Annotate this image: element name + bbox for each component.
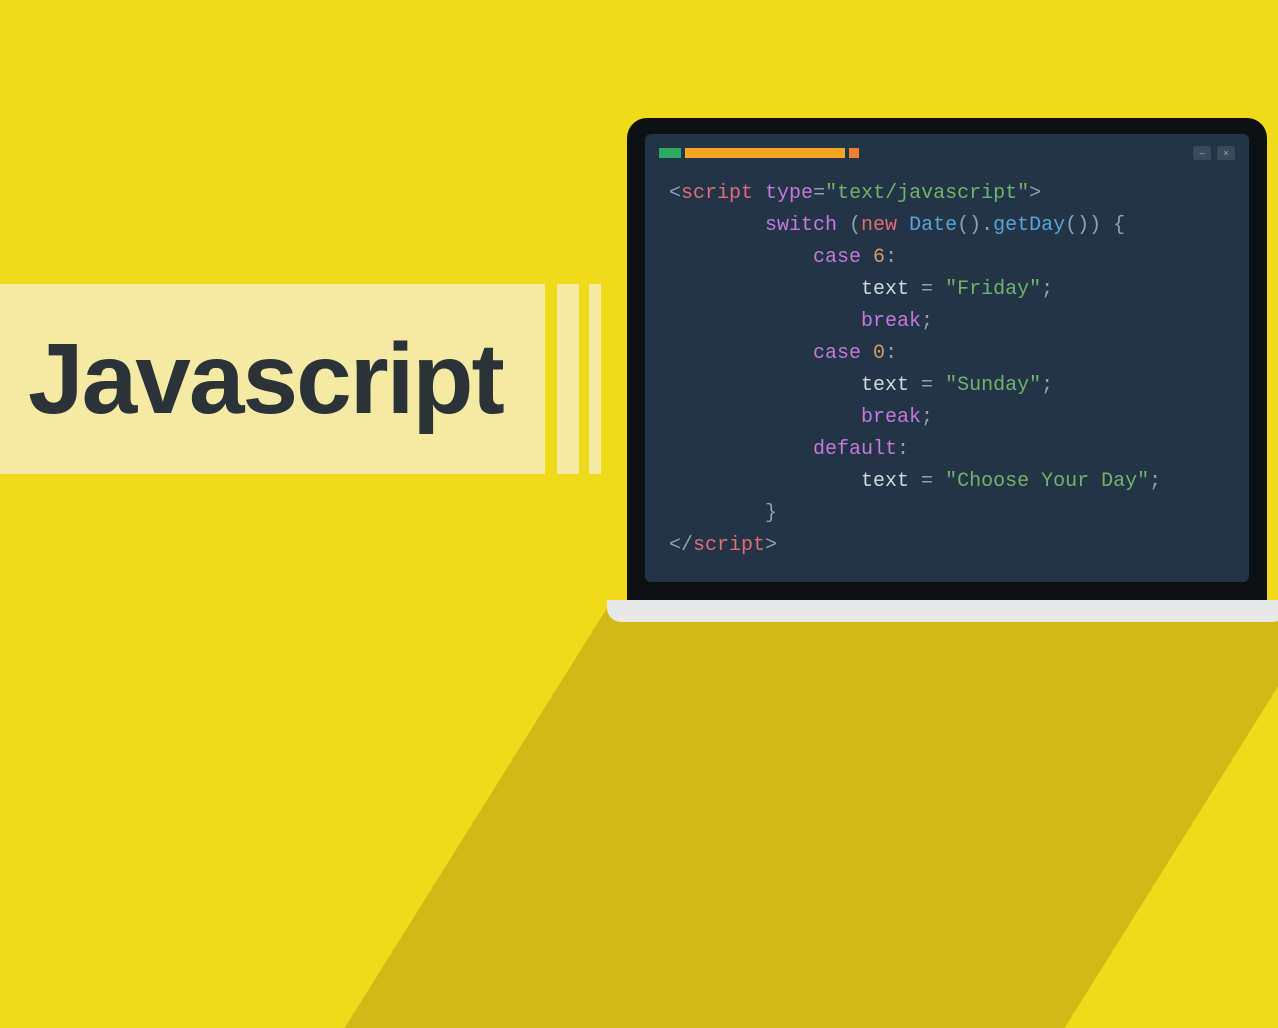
tk-attr-value: "text/javascript"	[825, 182, 1029, 205]
tk-date-call: ().	[957, 214, 993, 237]
tk-attr-type: type	[765, 182, 813, 205]
indent	[669, 406, 861, 429]
code-block: <script type="text/javascript"> switch (…	[659, 178, 1235, 562]
indent	[669, 246, 813, 269]
tk-case-num-1: 6	[861, 246, 885, 269]
window-minimize-button[interactable]: ‒	[1193, 146, 1211, 160]
window-close-button[interactable]: ×	[1217, 146, 1235, 160]
indent	[669, 310, 861, 333]
title-accent-bar-1	[557, 284, 579, 474]
semi-2: ;	[921, 310, 933, 333]
tk-case-1: case	[813, 246, 861, 269]
tk-text-3: text	[861, 470, 909, 493]
tk-sunday: "Sunday"	[945, 374, 1041, 397]
indent	[669, 214, 765, 237]
assign-2: =	[909, 374, 945, 397]
tk-angle-close-1: >	[1029, 182, 1041, 205]
semi-5: ;	[1149, 470, 1161, 493]
tk-date-class: Date	[897, 214, 957, 237]
indent	[669, 374, 861, 397]
assign-1: =	[909, 278, 945, 301]
tk-case-2: case	[813, 342, 861, 365]
tk-getday-tail: ()) {	[1065, 214, 1125, 237]
indent	[669, 342, 813, 365]
tk-eq: =	[813, 182, 825, 205]
title-main: Javascript	[0, 284, 545, 474]
tk-colon-1: :	[885, 246, 897, 269]
tk-colon-2: :	[885, 342, 897, 365]
laptop-shadow	[345, 608, 1278, 1028]
semi-1: ;	[1041, 278, 1053, 301]
tk-text-1: text	[861, 278, 909, 301]
title-accent-bar-2	[589, 284, 601, 474]
tk-getday: getDay	[993, 214, 1065, 237]
tk-default: default	[813, 438, 897, 461]
tk-angle-close-2: >	[765, 534, 777, 557]
brace-close: }	[765, 502, 777, 525]
page-title: Javascript	[28, 322, 503, 437]
tk-tag-script-open: script	[681, 182, 753, 205]
title-band: Javascript	[0, 284, 601, 474]
topbar-accent-green	[659, 148, 681, 158]
tk-switch: switch	[765, 214, 837, 237]
semi-4: ;	[921, 406, 933, 429]
tk-angle-open-close: </	[669, 534, 693, 557]
topbar-accent-yellow	[685, 148, 845, 158]
tk-paren-open: (	[837, 214, 861, 237]
editor-topbar: ‒ ×	[659, 146, 1235, 160]
tk-choose-day: "Choose Your Day"	[945, 470, 1149, 493]
semi-3: ;	[1041, 374, 1053, 397]
code-editor-screen: ‒ × <script type="text/javascript"> swit…	[645, 134, 1249, 582]
tk-colon-3: :	[897, 438, 909, 461]
tk-text-2: text	[861, 374, 909, 397]
tk-new: new	[861, 214, 897, 237]
indent	[669, 278, 861, 301]
indent	[669, 502, 765, 525]
tk-break-1: break	[861, 310, 921, 333]
laptop-illustration: ‒ × <script type="text/javascript"> swit…	[627, 118, 1267, 622]
tk-tag-script-close: script	[693, 534, 765, 557]
tk-case-num-2: 0	[861, 342, 885, 365]
laptop-base	[607, 600, 1278, 622]
tk-friday: "Friday"	[945, 278, 1041, 301]
indent	[669, 470, 861, 493]
topbar-accent-orange	[849, 148, 859, 158]
laptop-bezel: ‒ × <script type="text/javascript"> swit…	[627, 118, 1267, 600]
indent	[669, 438, 813, 461]
tk-break-2: break	[861, 406, 921, 429]
assign-3: =	[909, 470, 945, 493]
tk-angle-open: <	[669, 182, 681, 205]
